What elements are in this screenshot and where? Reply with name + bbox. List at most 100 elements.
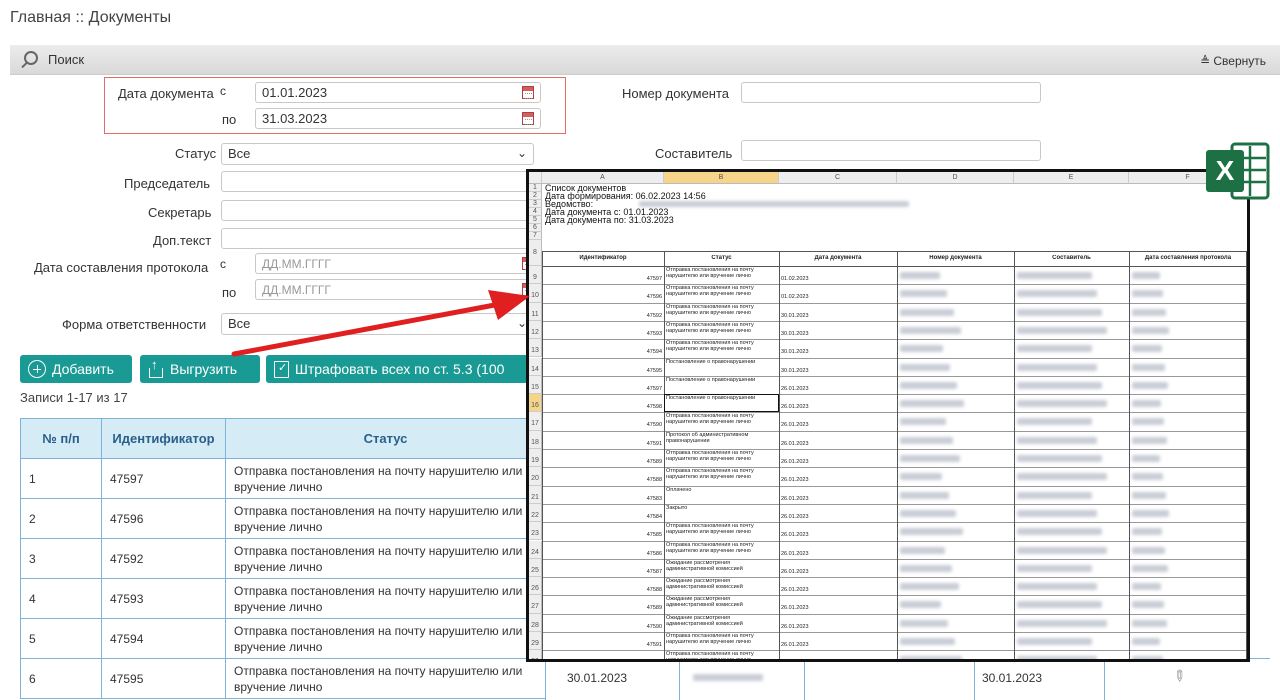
- excel-status-cell: Ожидание рассмотрения административной к…: [666, 559, 743, 572]
- excel-date-cell: 26.01.2023: [781, 477, 809, 484]
- excel-row-header: 18: [529, 430, 542, 449]
- blurred-cell: [1132, 436, 1167, 444]
- blurred-cell: [900, 363, 950, 371]
- protocol-date-from-label: с: [220, 257, 226, 271]
- blurred-cell: [900, 509, 956, 517]
- excel-row-header: 6: [529, 224, 542, 232]
- secretary-input[interactable]: [221, 200, 531, 221]
- search-panel-header[interactable]: Поиск ≜ Свернуть: [10, 45, 1280, 75]
- blurred-cell: [900, 345, 943, 353]
- excel-corner: [529, 172, 542, 184]
- row-number-cell: 4: [20, 578, 102, 619]
- excel-row-border: [542, 320, 1247, 322]
- fine-all-button-label: Штрафовать всех по ст. 5.3 (100: [295, 361, 505, 377]
- blurred-cell: [900, 436, 953, 444]
- blurred-cell: [900, 491, 949, 499]
- table-row[interactable]: 4 47593 Отправка постановления на почту на…: [20, 578, 546, 619]
- excel-row-border: [542, 558, 1247, 560]
- table-row[interactable]: 1 47597 Отправка постановления на почту на…: [20, 458, 546, 499]
- doc-number-label: Номер документа: [622, 86, 730, 101]
- blurred-cell: [1017, 546, 1107, 554]
- blurred-cell: [1017, 491, 1092, 499]
- blurred-agency: [639, 201, 909, 207]
- table-row[interactable]: 2 47596 Отправка постановления на почту на…: [20, 498, 546, 539]
- excel-row-border: [542, 302, 1247, 304]
- doc-date-to-input[interactable]: 31.03.2023: [255, 108, 541, 129]
- excel-col-border: [1129, 251, 1130, 659]
- status-cell: Отправка постановления на почту нарушите…: [225, 618, 546, 659]
- excel-status-cell: Ожидание рассмотрения административной к…: [666, 596, 743, 609]
- table-row[interactable]: 6 47595 Отправка постановления на почту на…: [20, 658, 546, 699]
- blurred-cell: [900, 326, 961, 334]
- chairman-input[interactable]: [221, 171, 531, 192]
- excel-col-header: C: [779, 172, 897, 184]
- table-row[interactable]: 3 47592 Отправка постановления на почту на…: [20, 538, 546, 579]
- excel-id-cell: 47597: [646, 276, 662, 282]
- excel-col-border: [897, 251, 898, 659]
- search-icon: [24, 51, 38, 65]
- blurred-number: [693, 674, 763, 681]
- protocol-date-from-input[interactable]: ДД.ММ.ГГГГ: [255, 253, 541, 274]
- status-select[interactable]: Все ⌄: [221, 143, 534, 165]
- blurred-cell: [1132, 272, 1160, 279]
- blurred-cell: [1017, 308, 1102, 316]
- doc-date-label: Дата документа: [118, 86, 214, 101]
- excel-date-cell: 01.02.2023: [781, 276, 809, 282]
- blurred-cell: [1017, 455, 1102, 462]
- excel-header-bottom-border: [542, 266, 1247, 267]
- status-cell: Отправка постановления на почту нарушите…: [225, 458, 546, 499]
- blurred-cell: [1132, 290, 1163, 298]
- blurred-cell: [1132, 326, 1169, 334]
- excel-row-border: [542, 394, 1247, 396]
- composer-input[interactable]: [741, 140, 1041, 161]
- add-button[interactable]: Добавить: [20, 355, 132, 383]
- excel-row-header: 23: [529, 522, 542, 541]
- protocol-date-label: Дата составления протокола: [34, 260, 209, 275]
- blurred-cell: [1017, 381, 1102, 389]
- row-number-cell: 2: [20, 498, 102, 539]
- blurred-cell: [1017, 400, 1107, 408]
- header-number[interactable]: № п/п: [20, 418, 102, 459]
- svg-text:X: X: [1216, 155, 1235, 186]
- doc-date-from-input[interactable]: 01.01.2023: [255, 82, 541, 103]
- excel-row-header: 3: [529, 200, 542, 208]
- blurred-cell: [1017, 583, 1097, 591]
- excel-status-cell: Ожидание рассмотрения административной к…: [666, 614, 743, 627]
- pencil-icon[interactable]: ✎: [1168, 665, 1190, 687]
- excel-row-header: 27: [529, 595, 542, 614]
- excel-id-cell: 47583: [646, 495, 662, 502]
- excel-date-cell: 30.01.2023: [781, 349, 809, 356]
- excel-status-cell: Оплачено: [666, 486, 692, 493]
- upload-icon: [148, 357, 164, 378]
- blurred-cell: [1132, 583, 1161, 591]
- excel-row-header: 29: [529, 632, 542, 651]
- table-row-6-extension: 30.01.2023 30.01.2023 ✎: [545, 658, 1270, 700]
- collapse-button[interactable]: ≜ Свернуть: [1200, 54, 1266, 68]
- header-identifier[interactable]: Идентификатор: [101, 418, 226, 459]
- blurred-cell: [900, 601, 941, 609]
- row-number-cell: 6: [20, 658, 102, 699]
- excel-date-cell: 26.01.2023: [781, 440, 809, 447]
- calendar-icon[interactable]: [522, 112, 534, 125]
- table-row[interactable]: 5 47594 Отправка постановления на почту на…: [20, 618, 546, 659]
- search-label: Поиск: [48, 52, 85, 67]
- blurred-cell: [1017, 656, 1097, 659]
- excel-status-cell: Отправка постановления на почту нарушите…: [666, 340, 754, 353]
- calendar-icon[interactable]: [522, 86, 534, 99]
- excel-date-cell: 30.01.2023: [781, 367, 809, 374]
- excel-row-header: 5: [529, 216, 542, 224]
- chevron-down-icon: ⌄: [516, 146, 527, 160]
- row-number-cell: 3: [20, 538, 102, 579]
- doc-number-input[interactable]: [741, 82, 1041, 103]
- excel-id-cell: 47591: [646, 440, 662, 447]
- header-status[interactable]: Статус: [225, 418, 546, 459]
- excel-col-title: Дата составления протокола: [1144, 255, 1232, 261]
- blurred-cell: [1132, 400, 1161, 408]
- extra-text-input[interactable]: [221, 228, 531, 249]
- blurred-cell: [1017, 326, 1107, 334]
- excel-col-border: [1246, 251, 1247, 659]
- excel-preview: A B C D E F 1 Список документов 2 Дата формирован…: [526, 169, 1250, 662]
- excel-status-cell: Постановление о правонарушении: [666, 376, 756, 383]
- excel-col-border: [779, 251, 780, 659]
- excel-row-header: 1: [529, 184, 542, 192]
